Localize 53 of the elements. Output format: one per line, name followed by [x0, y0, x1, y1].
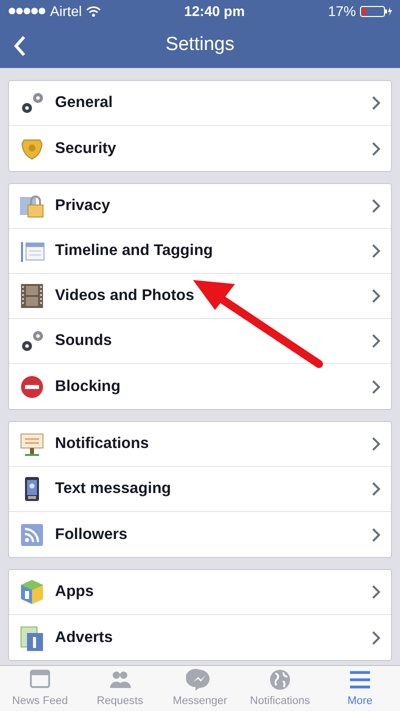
row-label: Sounds [55, 331, 113, 352]
row-label: Apps [55, 582, 95, 602]
chevron-icon [371, 95, 381, 111]
advert-icon [19, 624, 45, 650]
chevron-icon [371, 333, 381, 349]
chevron-icon [371, 198, 381, 214]
chevron-icon [371, 243, 381, 259]
battery-percentage: 17% [328, 2, 356, 20]
row-label: Videos and Photos [55, 286, 196, 306]
settings-row[interactable]: Notifications [9, 422, 391, 467]
chevron-icon [371, 526, 381, 542]
carrier-name: Airtel [50, 2, 82, 20]
settings-row[interactable]: Text messaging [9, 467, 391, 512]
signboard-icon [19, 431, 45, 457]
row-label: Notifications [55, 434, 150, 454]
settings-row[interactable]: Sounds [9, 319, 391, 364]
chevron-icon [371, 481, 381, 497]
settings-row[interactable]: Timeline and Tagging [9, 229, 391, 274]
gears-icon [19, 90, 45, 116]
signal-icon [8, 7, 46, 15]
settings-row[interactable]: Followers [9, 512, 391, 557]
settings-row[interactable]: Blocking [9, 364, 391, 409]
chevron-icon [371, 378, 381, 394]
chevron-icon [371, 584, 381, 600]
wifi-icon [86, 6, 101, 16]
padlock-icon [19, 193, 45, 219]
page-title: Settings [166, 32, 234, 57]
battery-icon [360, 6, 392, 16]
chevron-icon [371, 630, 381, 646]
feed-icon [19, 522, 45, 548]
row-label: Text messaging [55, 479, 172, 500]
gears-icon [19, 328, 45, 354]
clock: 12:40 pm [184, 2, 245, 21]
settings-row[interactable]: Adverts [9, 615, 391, 660]
settings-row[interactable]: General [9, 81, 391, 126]
chevron-icon [371, 140, 381, 156]
tab-bar-item[interactable]: More [320, 666, 400, 711]
chevron-icon [371, 288, 381, 304]
row-label: General [55, 93, 114, 114]
settings-row[interactable]: Security [9, 126, 391, 171]
settings-row[interactable]: Apps [9, 570, 391, 615]
no-entry-icon [19, 374, 45, 400]
row-label: Followers [55, 524, 128, 545]
row-label: Privacy [55, 196, 112, 216]
chevron-icon [371, 436, 381, 452]
back-icon [12, 34, 28, 58]
cube-icon [19, 579, 45, 605]
row-label: Blocking [55, 376, 122, 397]
film-strip-icon [19, 283, 45, 309]
settings-row[interactable]: Privacy [9, 184, 391, 229]
row-label: Adverts [55, 628, 114, 648]
row-label: Timeline and Tagging [55, 241, 214, 262]
row-label: Security [55, 138, 118, 159]
